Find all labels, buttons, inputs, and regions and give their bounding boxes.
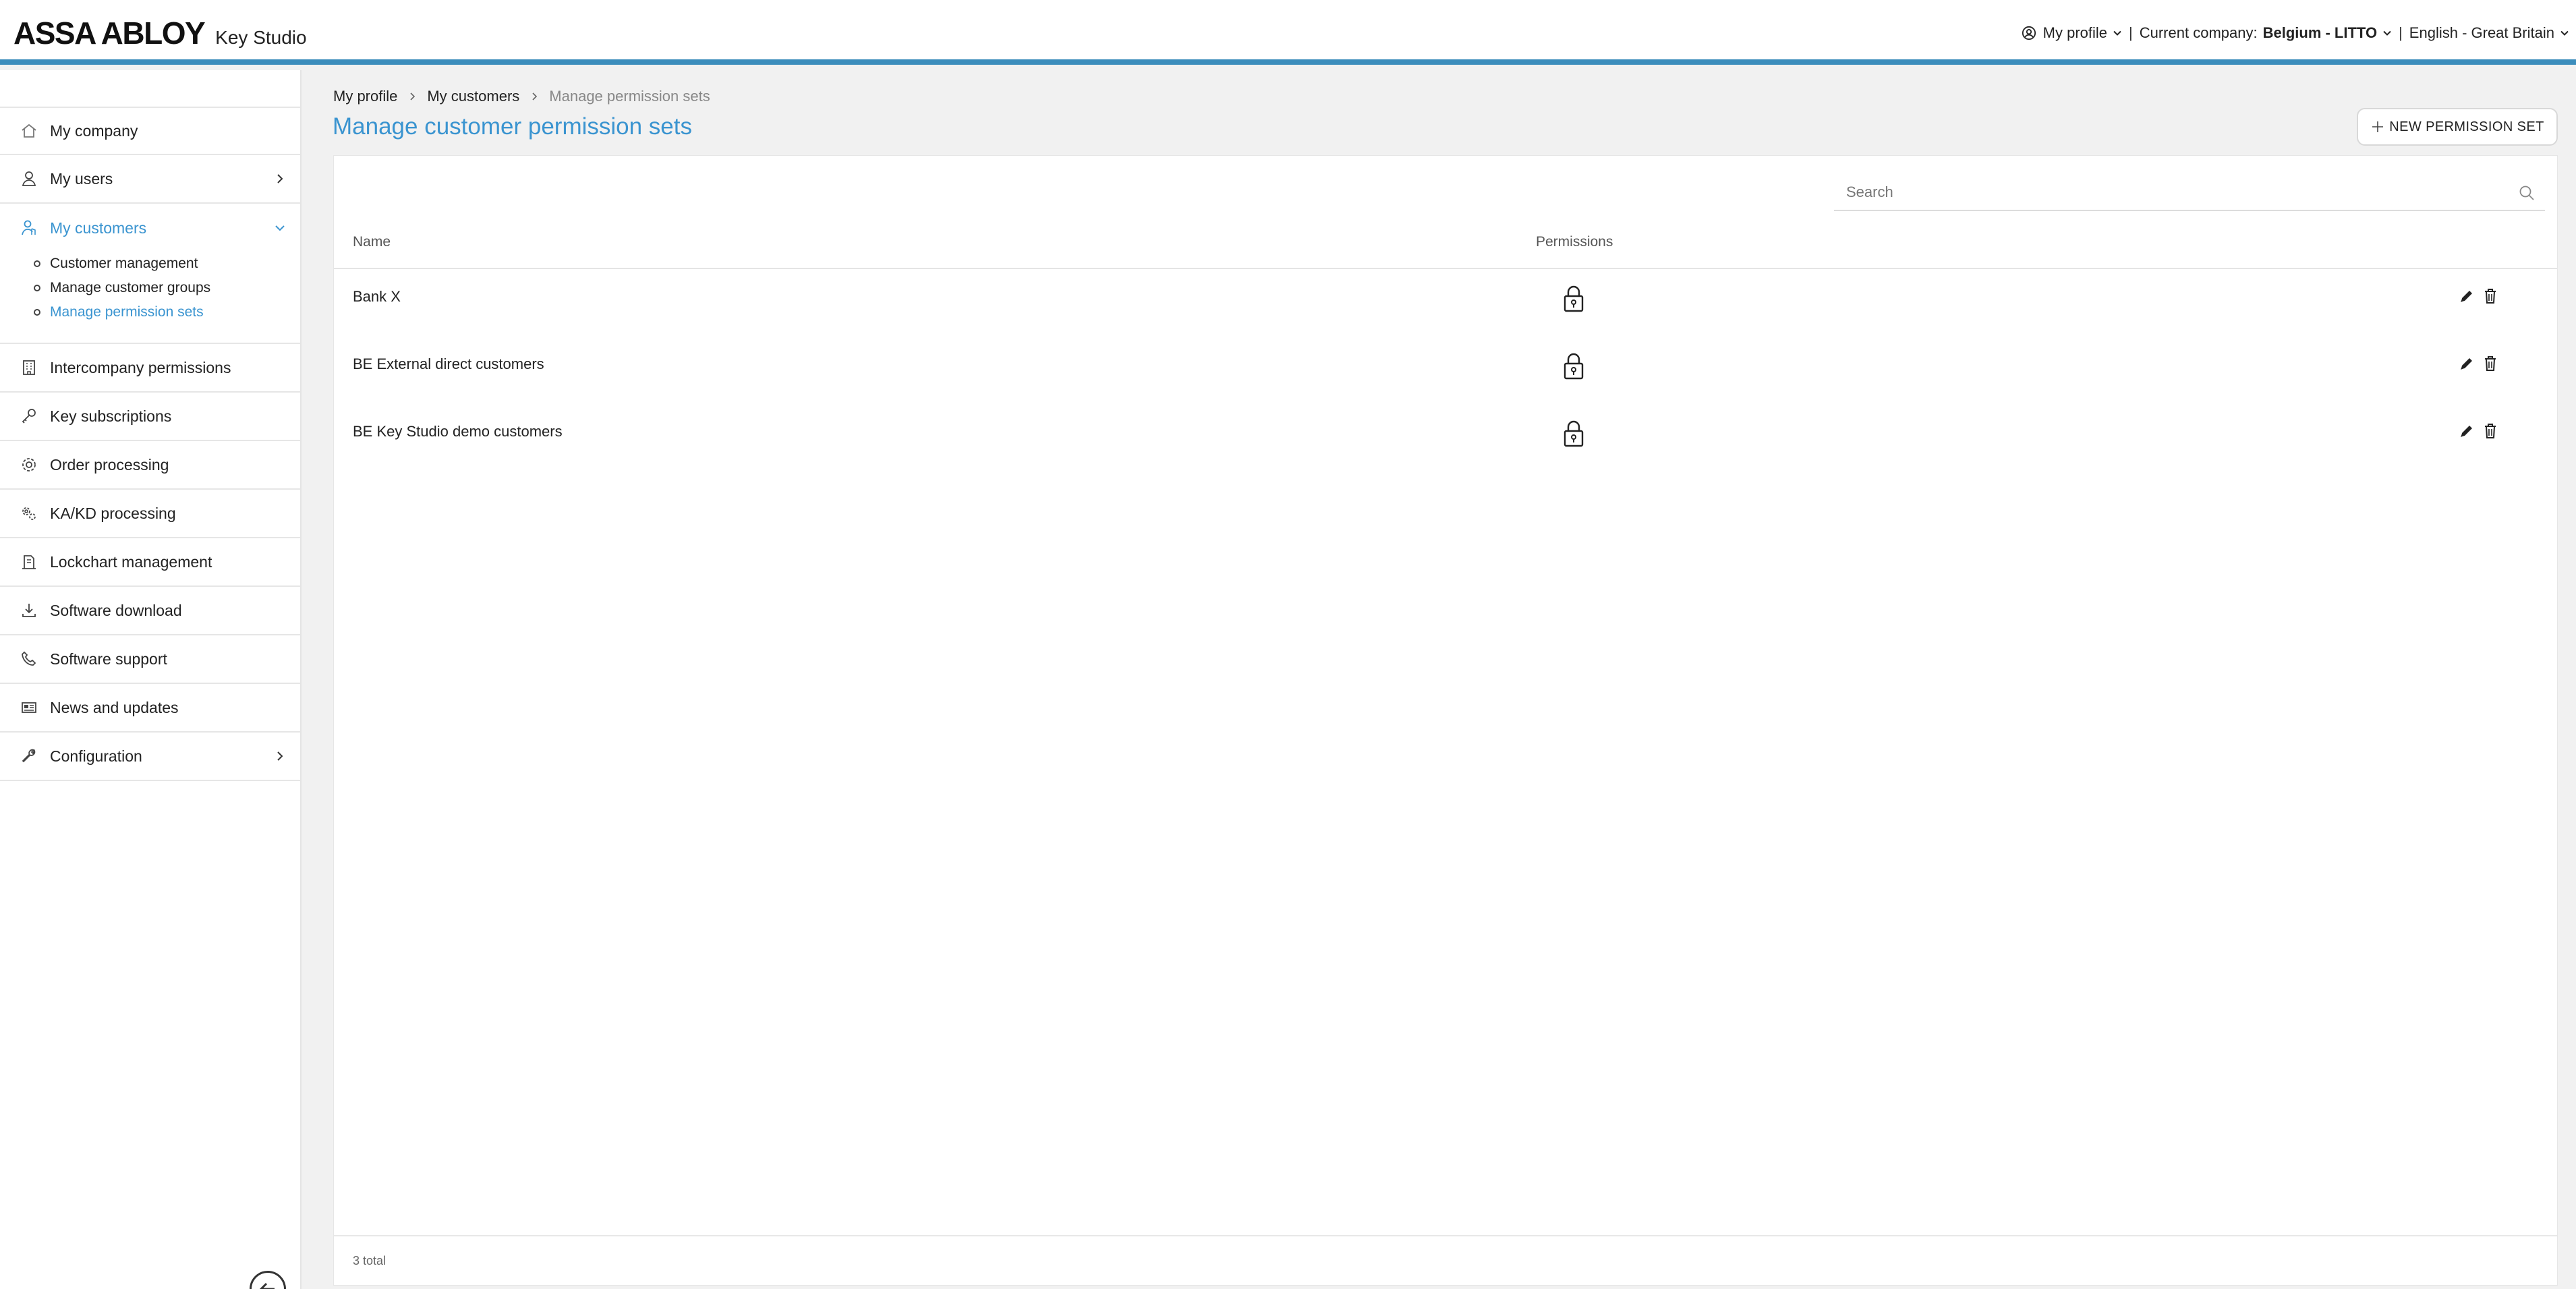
chevron-down-icon[interactable] [2113, 28, 2122, 38]
chevron-right-icon [277, 751, 283, 761]
page-title: Manage customer permission sets [333, 113, 692, 140]
pencil-icon[interactable] [2459, 423, 2475, 439]
row-name: BE Key Studio demo customers [353, 423, 563, 440]
breadcrumb-my-profile[interactable]: My profile [333, 88, 397, 105]
company-label: Current company: [2139, 24, 2258, 41]
lockchart-icon [22, 555, 36, 569]
column-header-name[interactable]: Name [353, 234, 391, 250]
pencil-icon[interactable] [2459, 355, 2475, 372]
lock-icon[interactable] [1562, 284, 1586, 314]
breadcrumb-my-customers[interactable]: My customers [427, 88, 519, 105]
lock-icon[interactable] [1562, 419, 1586, 449]
brand-logo-text: ASSA ABLOY [13, 16, 206, 51]
pencil-icon[interactable] [2459, 288, 2475, 304]
row-name: BE External direct customers [353, 355, 544, 372]
trash-icon[interactable] [2483, 423, 2498, 439]
table-row[interactable]: Bank X [334, 269, 2557, 337]
wrench-icon [22, 749, 36, 763]
gears-icon [22, 507, 36, 520]
sidebar-item-my-users[interactable]: My users [0, 155, 300, 204]
table-row[interactable]: BE Key Studio demo customers [334, 404, 2557, 471]
search-input[interactable] [1834, 175, 2502, 210]
lock-icon[interactable] [1562, 351, 1586, 381]
bullet [34, 285, 40, 291]
column-header-permissions: Permissions [1536, 234, 1613, 250]
collapse-sidebar-button[interactable] [250, 1271, 286, 1289]
gear-icon [22, 458, 36, 471]
submenu-manage-customer-groups[interactable]: Manage customer groups [50, 280, 210, 296]
sidebar-item-label: My company [50, 121, 138, 140]
new-permission-set-button[interactable]: NEW PERMISSION SET [2357, 108, 2558, 146]
table-row[interactable]: BE External direct customers [334, 337, 2557, 404]
permission-sets-panel: Name Permissions Bank X BE External dire… [333, 155, 2558, 1286]
logo[interactable]: ASSA ABLOY Key Studio [13, 15, 307, 51]
sidebar-item-label: Order processing [50, 455, 169, 474]
product-name: Key Studio [215, 27, 307, 48]
divider: | [2399, 24, 2403, 41]
news-icon [22, 702, 36, 713]
trash-icon[interactable] [2483, 355, 2498, 372]
plus-icon [2372, 121, 2384, 132]
language-selector[interactable]: English - Great Britain [2409, 24, 2554, 42]
sidebar-item-software-download[interactable]: Software download [0, 587, 300, 635]
sidebar-item-label: My customers [50, 219, 147, 237]
chevron-down-icon[interactable] [2382, 28, 2392, 38]
trash-icon[interactable] [2483, 288, 2498, 304]
sidebar: My company My users My customers Custome… [0, 70, 302, 1289]
bullet [34, 309, 40, 316]
home-icon [22, 123, 36, 138]
breadcrumb: My profile My customers Manage permissio… [333, 88, 710, 105]
sidebar-item-my-customers[interactable]: My customers [0, 204, 300, 252]
sidebar-item-lockchart-management[interactable]: Lockchart management [0, 538, 300, 587]
chevron-right-icon [410, 92, 416, 101]
sidebar-item-label: Software support [50, 650, 167, 668]
chevron-down-icon[interactable] [2560, 28, 2569, 38]
sidebar-item-label: Key subscriptions [50, 407, 172, 425]
sidebar-item-label: Software download [50, 601, 182, 619]
customers-icon [22, 220, 36, 235]
new-permission-set-label: NEW PERMISSION SET [2389, 119, 2544, 134]
sidebar-item-my-company[interactable]: My company [0, 107, 300, 155]
sidebar-item-intercompany-permissions[interactable]: Intercompany permissions [0, 344, 300, 393]
search-icon[interactable] [2518, 184, 2536, 202]
sidebar-item-news-and-updates[interactable]: News and updates [0, 684, 300, 733]
user-icon [22, 171, 36, 186]
building-icon [23, 360, 35, 375]
phone-icon [22, 651, 36, 666]
sidebar-item-label: KA/KD processing [50, 504, 176, 522]
sidebar-item-key-subscriptions[interactable]: Key subscriptions [0, 393, 300, 441]
sidebar-item-configuration[interactable]: Configuration [0, 733, 300, 781]
submenu-customer-management[interactable]: Customer management [50, 256, 198, 272]
sidebar-item-software-support[interactable]: Software support [0, 635, 300, 684]
arrow-left-icon [259, 1282, 275, 1289]
row-name: Bank X [353, 288, 401, 305]
profile-icon [2022, 26, 2036, 40]
sidebar-item-label: News and updates [50, 698, 179, 716]
sidebar-item-label: Lockchart management [50, 552, 212, 571]
chevron-right-icon [532, 92, 538, 101]
chevron-right-icon [277, 174, 283, 183]
sidebar-item-order-processing[interactable]: Order processing [0, 441, 300, 490]
sidebar-item-ka-kd-processing[interactable]: KA/KD processing [0, 490, 300, 538]
bullet [34, 260, 40, 267]
customers-submenu: Customer management Manage customer grou… [0, 252, 300, 344]
submenu-manage-permission-sets[interactable]: Manage permission sets [50, 304, 204, 320]
sidebar-item-label: Intercompany permissions [50, 358, 231, 376]
key-icon [22, 409, 36, 424]
company-selector[interactable]: Belgium - LITTO [2263, 24, 2377, 42]
divider: | [2129, 24, 2133, 41]
profile-menu[interactable]: My profile [2043, 24, 2107, 42]
chevron-down-icon [275, 225, 285, 231]
top-header: ASSA ABLOY Key Studio My profile | Curre… [0, 0, 2576, 65]
header-menu: My profile | Current company: Belgium - … [2022, 24, 2569, 42]
sidebar-item-label: Configuration [50, 747, 142, 765]
download-icon [22, 604, 36, 617]
total-count: 3 total [353, 1254, 387, 1267]
table-footer-divider [334, 1235, 2557, 1236]
sidebar-item-label: My users [50, 169, 113, 188]
breadcrumb-current: Manage permission sets [549, 88, 710, 105]
search-box [1834, 175, 2545, 211]
